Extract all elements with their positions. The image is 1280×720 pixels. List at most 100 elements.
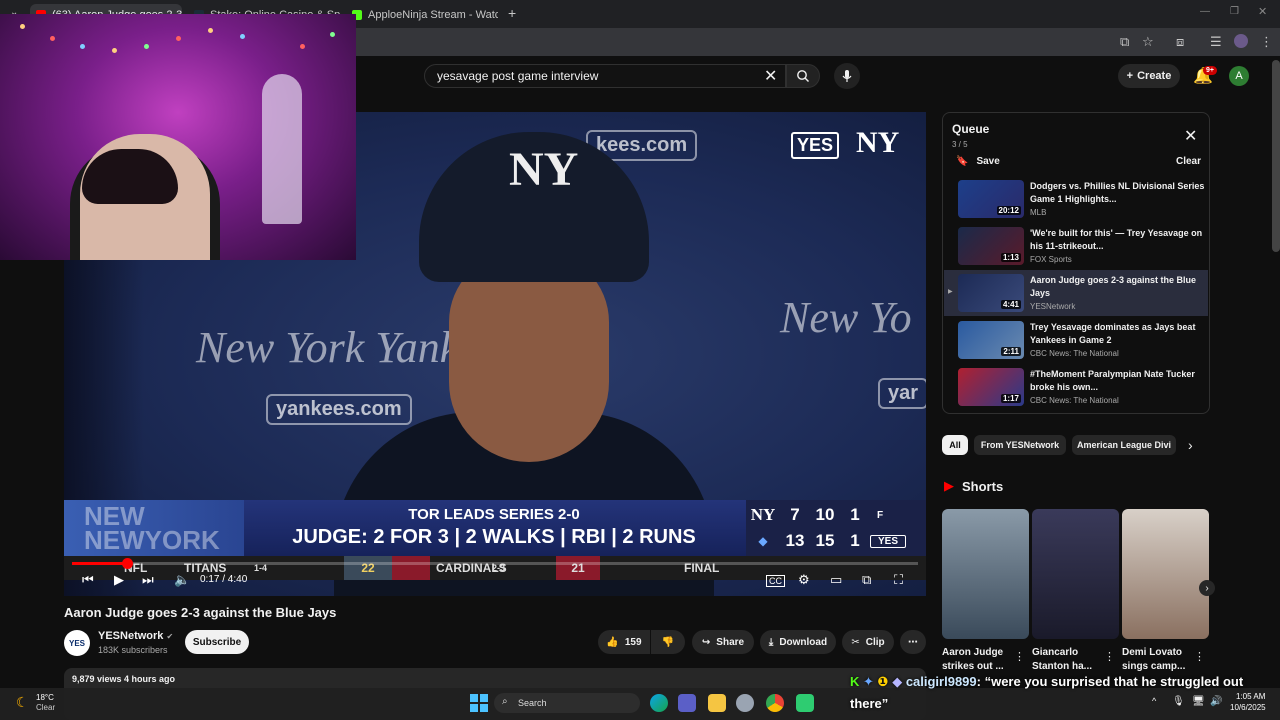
- voice-search-button[interactable]: [834, 63, 860, 89]
- bookmark-star-icon[interactable]: ☆: [1142, 34, 1154, 50]
- dislike-button[interactable]: 👎: [651, 630, 685, 654]
- queue-save-button[interactable]: 🔖 Save: [956, 156, 1000, 167]
- short-menu-icon[interactable]: ⋮: [1104, 650, 1115, 663]
- halloween-ghost-decoration: [262, 74, 302, 224]
- save-bookmark-icon: 🔖: [956, 156, 969, 167]
- short-thumbnail[interactable]: [1032, 509, 1119, 639]
- weather-moon-icon[interactable]: ☾: [16, 694, 29, 711]
- queue-thumbnail: 2:11: [958, 321, 1024, 359]
- short-title[interactable]: Giancarlo Stanton ha...: [1032, 646, 1110, 674]
- chrome-icon[interactable]: [766, 694, 784, 712]
- fullscreen-icon[interactable]: ⛶: [894, 572, 903, 588]
- short-title[interactable]: Aaron Judge strikes out ...: [942, 646, 1020, 674]
- clip-button[interactable]: ✂ Clip: [842, 630, 894, 654]
- taskbar-search[interactable]: ⌕ Search: [494, 693, 640, 713]
- verified-icon: ✔: [166, 632, 174, 641]
- download-icon: ⤓: [768, 636, 774, 648]
- profile-icon[interactable]: [1234, 34, 1248, 48]
- short-thumbnail[interactable]: [942, 509, 1029, 639]
- queue-item[interactable]: 1:13 'We're built for this' — Trey Yesav…: [944, 223, 1208, 269]
- minimize-icon[interactable]: —: [1200, 6, 1210, 17]
- next-icon[interactable]: ⏭: [142, 572, 154, 588]
- maximize-icon[interactable]: ❐: [1230, 6, 1239, 17]
- short-menu-icon[interactable]: ⋮: [1014, 650, 1025, 663]
- queue-item-channel: YESNetwork: [1030, 302, 1076, 311]
- play-icon[interactable]: ▶: [114, 572, 124, 588]
- search-input[interactable]: yesavage post game interview: [424, 64, 786, 88]
- thumbs-up-icon: 👍: [606, 636, 619, 648]
- string-light: [208, 28, 213, 33]
- share-icon: ↪: [701, 636, 711, 648]
- string-light: [176, 36, 181, 41]
- queue-item[interactable]: 20:12 Dodgers vs. Phillies NL Divisional…: [944, 176, 1208, 222]
- queue-thumbnail: 4:41: [958, 274, 1024, 312]
- like-button[interactable]: 👍 159: [598, 630, 650, 654]
- scissors-icon: ✂: [851, 636, 860, 648]
- queue-clear-button[interactable]: Clear: [1176, 156, 1201, 167]
- close-window-icon[interactable]: ✕: [1258, 5, 1267, 18]
- account-avatar[interactable]: A: [1229, 66, 1249, 86]
- queue-close-icon[interactable]: ✕: [1184, 126, 1197, 146]
- search-clear-icon[interactable]: ✕: [764, 66, 777, 86]
- extensions-icon[interactable]: ⧈: [1176, 34, 1184, 50]
- more-actions-button[interactable]: ⋯: [900, 630, 926, 654]
- string-light: [50, 36, 55, 41]
- queue-item-channel: FOX Sports: [1030, 255, 1072, 264]
- chips-next-icon[interactable]: ›: [1188, 437, 1193, 453]
- queue-count: 3 / 5: [952, 140, 968, 149]
- subscribe-button[interactable]: Subscribe: [185, 630, 249, 654]
- progress-scrubber[interactable]: [121, 558, 133, 569]
- queue-duration: 1:17: [1000, 394, 1021, 403]
- queue-item-current[interactable]: ▶ 4:41 Aaron Judge goes 2-3 against the …: [944, 270, 1208, 316]
- channel-name-text: YESNetwork: [98, 630, 164, 642]
- string-light: [80, 44, 85, 49]
- string-light: [20, 24, 25, 29]
- cast-to-tv-icon[interactable]: ⧉: [862, 572, 871, 588]
- share-button[interactable]: ↪ Share: [692, 630, 754, 654]
- queue-item-title: 'We're built for this' — Trey Yesavage o…: [1030, 228, 1203, 251]
- channel-avatar[interactable]: YES: [64, 630, 90, 656]
- chip-from-yesnetwork[interactable]: From YESNetwork: [974, 435, 1066, 455]
- page-scrollbar[interactable]: [1272, 60, 1280, 252]
- chat-badge-icon: ❶: [877, 674, 889, 689]
- queue-item[interactable]: 1:17 #TheMoment Paralympian Nate Tucker …: [944, 364, 1208, 410]
- cast-icon[interactable]: ⧉: [1120, 34, 1129, 50]
- queue-item[interactable]: 2:11 Trey Yesavage dominates as Jays bea…: [944, 317, 1208, 363]
- streamer-hair: [82, 149, 178, 204]
- file-explorer-icon[interactable]: [708, 694, 726, 712]
- short-title[interactable]: Demi Lovato sings camp...: [1122, 646, 1200, 674]
- previous-icon[interactable]: ⏮: [82, 572, 94, 588]
- captions-icon[interactable]: CC: [766, 575, 785, 587]
- nyy-runs: 7: [790, 505, 800, 524]
- create-button[interactable]: + Create: [1118, 64, 1180, 88]
- yes-network-logo: YES: [791, 132, 840, 159]
- scoreboard: NY 7 10 1 F ◆ 13 15 1 YES: [746, 500, 926, 556]
- short-menu-icon[interactable]: ⋮: [1194, 650, 1205, 663]
- windows-start-icon[interactable]: [470, 694, 488, 712]
- kick-app-icon[interactable]: [796, 694, 814, 712]
- browser-menu-icon[interactable]: ⋮: [1260, 34, 1273, 50]
- settings-gear-icon[interactable]: ⚙: [798, 572, 810, 588]
- tor-errors: 1: [850, 531, 860, 550]
- tab-kick-stream[interactable]: ApploeNinja Stream - Watch Li ✕: [346, 4, 498, 26]
- chip-all[interactable]: All: [942, 435, 968, 455]
- reading-list-icon[interactable]: ☰: [1210, 34, 1222, 50]
- ticker-score1: 22: [344, 556, 392, 580]
- shorts-next-icon[interactable]: ›: [1199, 580, 1215, 596]
- search-button[interactable]: [786, 64, 820, 88]
- shorts-heading: ▶ Shorts: [944, 478, 1003, 494]
- teams-icon[interactable]: [678, 694, 696, 712]
- miniplayer-icon[interactable]: ▭: [830, 572, 842, 588]
- progress-bar[interactable]: [72, 558, 918, 569]
- now-playing-icon: ▶: [948, 289, 953, 295]
- edge-icon[interactable]: [650, 694, 668, 712]
- queue-duration: 4:41: [1000, 300, 1021, 309]
- download-button[interactable]: ⤓ Download: [760, 630, 836, 654]
- app-icon[interactable]: [736, 694, 754, 712]
- volume-icon[interactable]: 🔈: [174, 572, 190, 588]
- channel-name[interactable]: YESNetwork ✔: [98, 630, 173, 642]
- new-tab-button[interactable]: +: [508, 5, 516, 21]
- backdrop-text-left: New York Yank: [196, 323, 460, 372]
- short-thumbnail[interactable]: [1122, 509, 1209, 639]
- chip-american-league[interactable]: American League Divi: [1072, 435, 1176, 455]
